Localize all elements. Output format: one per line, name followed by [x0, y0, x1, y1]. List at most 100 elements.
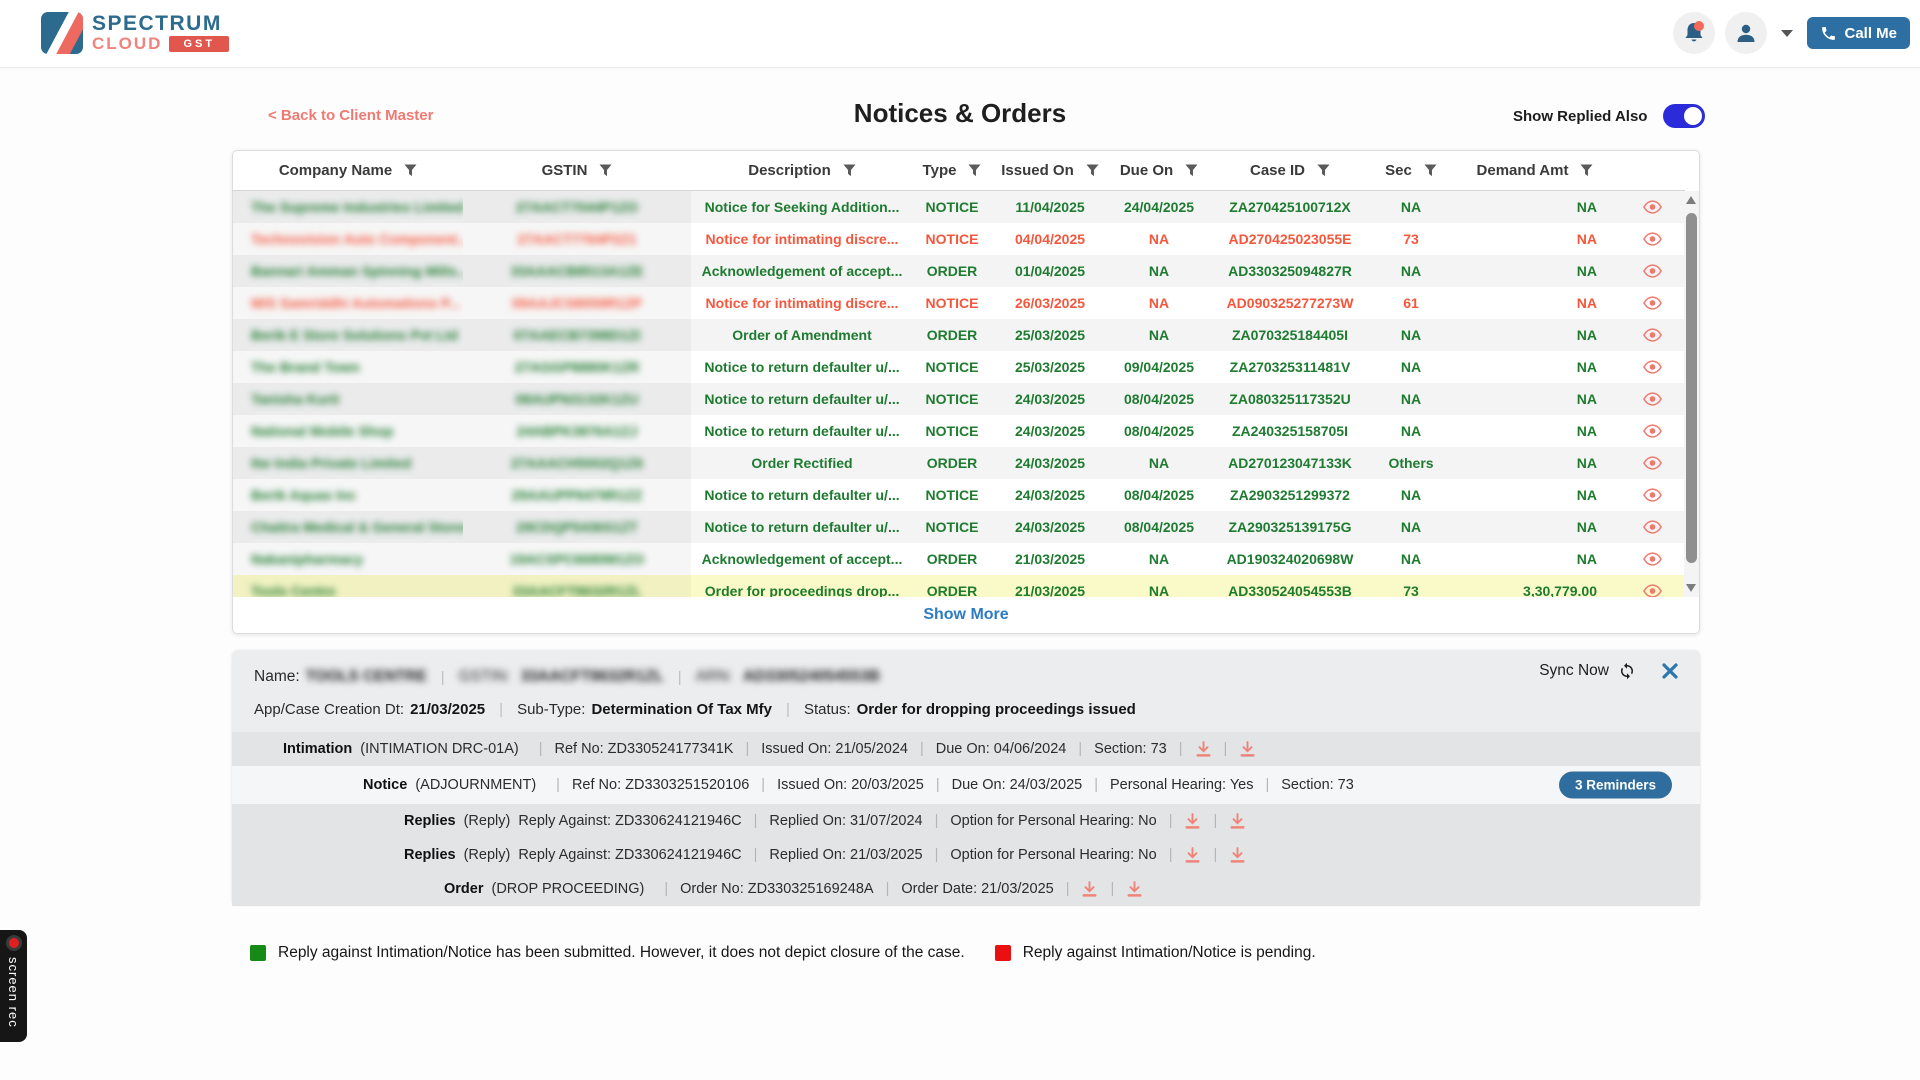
column-header-issued-on[interactable]: Issued On — [991, 151, 1109, 190]
eye-cell[interactable] — [1619, 223, 1685, 255]
eye-cell[interactable] — [1619, 351, 1685, 383]
table-row[interactable]: Technovision Auto Component...27AACT7764… — [233, 223, 1685, 255]
download-icon[interactable] — [1081, 881, 1098, 898]
column-header-company-name[interactable]: Company Name — [233, 151, 463, 190]
table-row[interactable]: M/S Samriddhi Automations P...09AAJCS805… — [233, 287, 1685, 319]
table-row[interactable]: Bannari Amman Spinning Mills...33AAACB85… — [233, 255, 1685, 287]
download-icon[interactable] — [1229, 813, 1246, 830]
close-icon[interactable] — [1662, 663, 1678, 679]
sec-cell: 73 — [1371, 223, 1451, 255]
download-icon[interactable] — [1184, 847, 1201, 864]
view-eye-icon[interactable] — [1643, 584, 1662, 597]
eye-cell[interactable] — [1619, 191, 1685, 223]
filter-icon[interactable] — [1185, 164, 1198, 177]
view-eye-icon[interactable] — [1643, 520, 1662, 534]
column-header-sec[interactable]: Sec — [1371, 151, 1451, 190]
name-value: TOOLS CENTRE — [306, 668, 427, 686]
table-row[interactable]: Berik E Store Solutions Pvt Ltd07AAECB73… — [233, 319, 1685, 351]
view-eye-icon[interactable] — [1643, 424, 1662, 438]
eye-cell[interactable] — [1619, 543, 1685, 575]
call-me-button[interactable]: Call Me — [1807, 17, 1910, 49]
company-cell: Tools Centre — [233, 575, 463, 597]
issued-cell: 21/03/2025 — [991, 543, 1109, 575]
order-row: Order(DROP PROCEEDING)|Order No: ZD33032… — [232, 872, 1700, 906]
show-replied-also-toggle[interactable] — [1663, 104, 1705, 128]
table-row[interactable]: The Brand Town27AGGP8880K1ZRNotice to re… — [233, 351, 1685, 383]
sec-cell: NA — [1371, 191, 1451, 223]
gstin-cell: 19ACSPC6680M1ZO — [463, 543, 691, 575]
table-row[interactable]: Itw India Private Limited27AAACH5002Q1Z6… — [233, 447, 1685, 479]
table-row[interactable]: The Supreme Industries Limited27AACT7044… — [233, 191, 1685, 223]
notifications-button[interactable] — [1673, 12, 1715, 54]
eye-cell[interactable] — [1619, 575, 1685, 597]
sec-cell: 61 — [1371, 287, 1451, 319]
demand-cell: 3,30,779.00 — [1451, 575, 1619, 597]
demand-cell: NA — [1451, 511, 1619, 543]
case-cell: AD270425023055E — [1209, 223, 1371, 255]
filter-icon[interactable] — [1317, 164, 1330, 177]
download-icon[interactable] — [1239, 741, 1256, 758]
desc-cell: Notice for intimating discre... — [691, 287, 913, 319]
download-icon[interactable] — [1184, 813, 1201, 830]
scroll-down-arrow[interactable] — [1686, 584, 1696, 592]
filter-icon[interactable] — [404, 164, 417, 177]
column-header-due-on[interactable]: Due On — [1109, 151, 1209, 190]
reminders-badge[interactable]: 3 Reminders — [1559, 772, 1672, 799]
table-row[interactable]: Tanisha Kurti08AUPN3132K1ZUNotice to ret… — [233, 383, 1685, 415]
column-header-case-id[interactable]: Case ID — [1209, 151, 1371, 190]
demand-cell: NA — [1451, 287, 1619, 319]
table-scrollbar[interactable] — [1684, 191, 1699, 597]
table-body: The Supreme Industries Limited27AACT7044… — [233, 191, 1699, 597]
issued-cell: 25/03/2025 — [991, 351, 1109, 383]
table-row[interactable]: Berik Aquas Inc29AAUPP6479R1ZZNotice to … — [233, 479, 1685, 511]
filter-icon[interactable] — [1086, 164, 1099, 177]
table-row[interactable]: Nakanipharmacy19ACSPC6680M1ZOAcknowledge… — [233, 543, 1685, 575]
profile-button[interactable] — [1725, 12, 1767, 54]
column-header-type[interactable]: Type — [913, 151, 991, 190]
filter-icon[interactable] — [599, 164, 612, 177]
filter-icon[interactable] — [968, 164, 981, 177]
view-eye-icon[interactable] — [1643, 552, 1662, 566]
view-eye-icon[interactable] — [1643, 360, 1662, 374]
eye-cell[interactable] — [1619, 287, 1685, 319]
case-cell: AD330325094827R — [1209, 255, 1371, 287]
sync-now-button[interactable]: Sync Now — [1539, 662, 1636, 680]
view-eye-icon[interactable] — [1643, 328, 1662, 342]
desc-cell: Notice to return defaulter u/... — [691, 415, 913, 447]
show-more-link[interactable]: Show More — [923, 606, 1008, 624]
issued-cell: 26/03/2025 — [991, 287, 1109, 319]
eye-cell[interactable] — [1619, 383, 1685, 415]
filter-icon[interactable] — [1424, 164, 1437, 177]
filter-icon[interactable] — [1580, 164, 1593, 177]
eye-cell[interactable] — [1619, 319, 1685, 351]
call-me-label: Call Me — [1844, 25, 1897, 42]
view-eye-icon[interactable] — [1643, 200, 1662, 214]
filter-icon[interactable] — [843, 164, 856, 177]
demand-cell: NA — [1451, 319, 1619, 351]
eye-cell[interactable] — [1619, 511, 1685, 543]
table-row[interactable]: Chaitra Medical & General Stores29CDQP54… — [233, 511, 1685, 543]
view-eye-icon[interactable] — [1643, 232, 1662, 246]
scrollbar-thumb[interactable] — [1686, 213, 1697, 563]
eye-cell[interactable] — [1619, 415, 1685, 447]
table-row[interactable]: Tools Centre33AACFT8632R1ZLOrder for pro… — [233, 575, 1685, 597]
view-eye-icon[interactable] — [1643, 296, 1662, 310]
column-header-description[interactable]: Description — [691, 151, 913, 190]
view-eye-icon[interactable] — [1643, 456, 1662, 470]
brand-logo[interactable]: SPECTRUM CLOUD GST — [41, 12, 229, 54]
view-eye-icon[interactable] — [1643, 488, 1662, 502]
screen-recorder-widget[interactable]: screen rec — [0, 930, 27, 1042]
column-header-demand-amt[interactable]: Demand Amt — [1451, 151, 1619, 190]
view-eye-icon[interactable] — [1643, 264, 1662, 278]
scroll-up-arrow[interactable] — [1686, 196, 1696, 204]
eye-cell[interactable] — [1619, 447, 1685, 479]
download-icon[interactable] — [1126, 881, 1143, 898]
table-row[interactable]: National Mobile Shop24ABPK3876A1ZJNotice… — [233, 415, 1685, 447]
download-icon[interactable] — [1229, 847, 1246, 864]
download-icon[interactable] — [1195, 741, 1212, 758]
view-eye-icon[interactable] — [1643, 392, 1662, 406]
column-header-gstin[interactable]: GSTIN — [463, 151, 691, 190]
eye-cell[interactable] — [1619, 255, 1685, 287]
eye-cell[interactable] — [1619, 479, 1685, 511]
profile-dropdown-caret[interactable] — [1781, 30, 1793, 37]
